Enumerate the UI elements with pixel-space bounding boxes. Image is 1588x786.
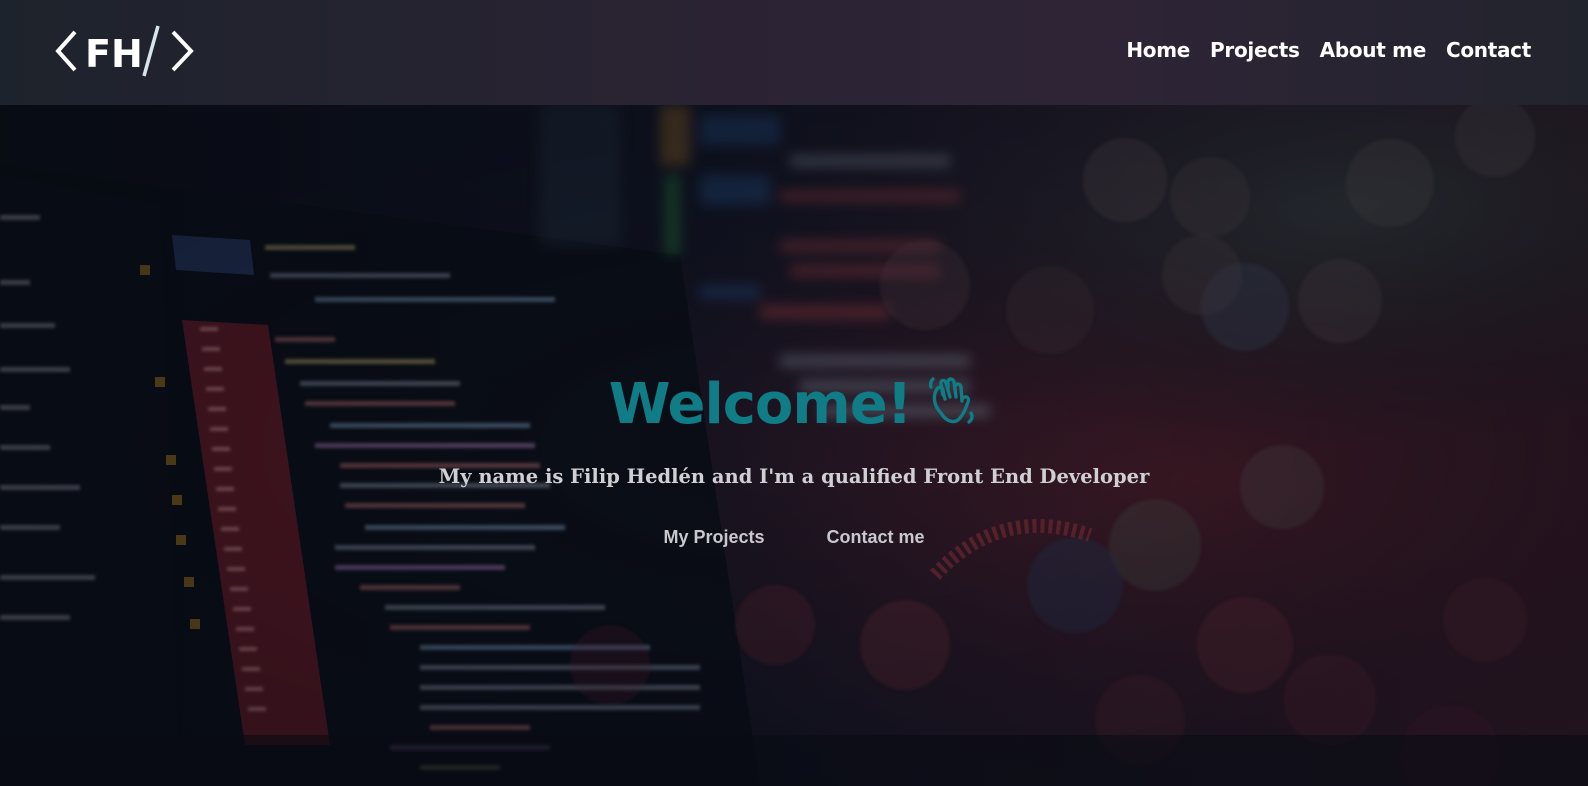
nav-about-me[interactable]: About me (1320, 38, 1427, 62)
hero-buttons: My Projects Contact me (0, 527, 1588, 548)
hero-title: Welcome! (608, 372, 912, 437)
hero-dark-overlay (0, 105, 1588, 786)
logo-text: FH (85, 32, 143, 76)
contact-me-button[interactable]: Contact me (827, 527, 925, 548)
nav-home[interactable]: Home (1126, 38, 1190, 62)
hero-subtitle: My name is Filip Hedlén and I'm a qualif… (438, 465, 1150, 488)
nav-projects[interactable]: Projects (1210, 38, 1300, 62)
site-header: FH Home Projects About me Contact (0, 0, 1588, 105)
logo-brackets-icon: FH (55, 25, 194, 77)
hero-section (0, 105, 1588, 786)
my-projects-button[interactable]: My Projects (663, 527, 764, 548)
nav-contact[interactable]: Contact (1446, 38, 1531, 62)
site-logo[interactable]: FH (55, 22, 200, 80)
main-nav: Home Projects About me Contact (1126, 38, 1531, 62)
hero-title-row: Welcome! (0, 372, 1588, 437)
page: FH Home Projects About me Contact Welcom… (0, 0, 1588, 786)
waving-hand-icon (925, 375, 979, 434)
